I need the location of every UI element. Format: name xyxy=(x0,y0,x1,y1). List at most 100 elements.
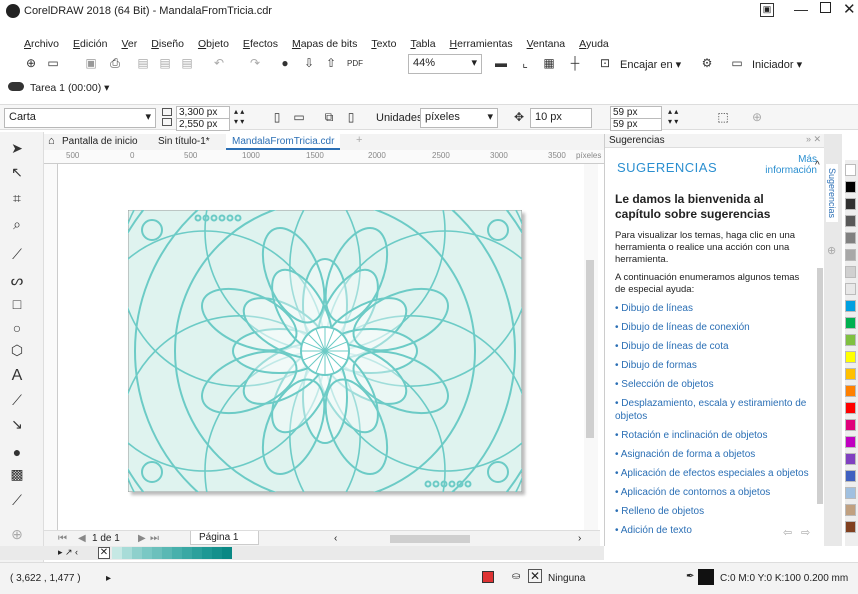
docker-add-icon[interactable]: ⊕ xyxy=(827,244,836,257)
copy-icon[interactable]: ▤ xyxy=(156,54,174,72)
scroll-thumb[interactable] xyxy=(586,260,594,438)
color-swatch[interactable] xyxy=(845,232,856,244)
more-info-link[interactable]: Más información xyxy=(761,154,817,176)
color-swatch[interactable] xyxy=(845,300,856,312)
task-toggle-icon[interactable] xyxy=(8,82,24,91)
coords-arrow-icon[interactable]: ▸ xyxy=(106,573,111,584)
cut-icon[interactable]: ▤ xyxy=(134,54,152,72)
hint-link[interactable]: • Asignación de forma a objetos xyxy=(615,448,811,461)
add-icon[interactable]: ⊕ xyxy=(748,108,766,126)
color-swatch[interactable] xyxy=(845,368,856,380)
add-tool-icon[interactable]: ⊕ xyxy=(0,522,34,546)
docker-scrollbar[interactable] xyxy=(817,268,823,504)
maximize-button[interactable] xyxy=(820,2,831,13)
parallel-dimension-icon[interactable]: ⟋ xyxy=(0,388,34,412)
zoom-level-field[interactable]: 44% ▾ xyxy=(408,54,482,74)
tab-start-screen[interactable]: Pantalla de inicio xyxy=(62,136,138,147)
menu-tabla[interactable]: Tabla xyxy=(410,38,435,50)
new-document-icon[interactable]: ⊕ xyxy=(22,54,40,72)
prev-page-icon[interactable]: ◀ xyxy=(78,533,86,544)
portrait-icon[interactable]: ▯ xyxy=(268,108,286,126)
color-swatch[interactable] xyxy=(845,470,856,482)
color-swatch[interactable] xyxy=(845,198,856,210)
document-color-swatch[interactable] xyxy=(202,547,212,559)
docker-pin-icon[interactable]: » xyxy=(806,134,811,144)
last-page-icon[interactable]: ⏭ xyxy=(150,533,159,544)
menu-herramientas[interactable]: Herramientas xyxy=(450,38,513,50)
document-color-swatch[interactable] xyxy=(142,547,152,559)
show-rulers-icon[interactable]: ⌞ xyxy=(516,54,534,72)
first-page-icon[interactable]: ⏮ xyxy=(58,533,67,544)
crop-tool-icon[interactable]: ⌗ xyxy=(0,186,34,210)
page-border-icon[interactable]: ⬚ xyxy=(714,108,732,126)
menu-ayuda[interactable]: Ayuda xyxy=(579,38,609,50)
rectangle-tool-icon[interactable]: □ xyxy=(0,292,34,316)
hint-link[interactable]: • Relleno de objetos xyxy=(615,505,811,518)
all-pages-icon[interactable]: ⧉ xyxy=(320,108,338,126)
mandala-artwork[interactable] xyxy=(128,210,522,492)
show-grid-icon[interactable]: ▦ xyxy=(540,54,558,72)
vertical-scrollbar[interactable] xyxy=(584,164,598,530)
menu-texto[interactable]: Texto xyxy=(371,38,396,50)
color-swatch[interactable] xyxy=(845,521,856,533)
color-swatch[interactable] xyxy=(845,487,856,499)
hint-link[interactable]: • Rotación e inclinación de objetos xyxy=(615,429,811,442)
document-color-swatch[interactable] xyxy=(152,547,162,559)
nudge-distance-field[interactable]: 10 px xyxy=(530,108,592,128)
menu-edicion[interactable]: Edición xyxy=(73,38,107,50)
color-swatch[interactable] xyxy=(845,283,856,295)
shape-tool-icon[interactable]: ↖ xyxy=(0,160,34,184)
hscroll-left-icon[interactable]: ‹ xyxy=(334,533,337,544)
full-screen-preview-icon[interactable]: ▬ xyxy=(492,54,510,72)
color-swatch[interactable] xyxy=(845,402,856,414)
color-swatch[interactable] xyxy=(845,436,856,448)
horizontal-scrollbar[interactable] xyxy=(390,535,470,543)
page-preset-select[interactable]: Carta ▾ xyxy=(4,108,156,128)
hint-link[interactable]: • Aplicación de efectos especiales a obj… xyxy=(615,467,811,480)
freehand-tool-icon[interactable]: ⟋ xyxy=(0,242,34,266)
transparency-icon[interactable]: ▩ xyxy=(0,462,34,486)
launcher-dropdown[interactable]: Iniciador ▾ xyxy=(752,58,802,71)
dup-spinner[interactable]: ▴ ▴ ▾ ▾ xyxy=(668,107,678,127)
minimize-button[interactable]: — xyxy=(794,1,808,17)
account-icon[interactable]: ▣ xyxy=(760,3,774,17)
docker-side-tab[interactable]: Sugerencias xyxy=(826,164,838,223)
hint-link[interactable]: • Desplazamiento, escala y estiramiento … xyxy=(615,397,811,423)
open-icon[interactable]: ▭ xyxy=(44,54,62,72)
text-tool-icon[interactable]: A xyxy=(0,364,34,388)
collapse-up-icon[interactable]: ^ xyxy=(815,160,820,171)
palette-arrow-icon[interactable]: ▸ ↗ ‹ xyxy=(58,547,78,558)
snap-icon[interactable]: ⊡ xyxy=(596,54,614,72)
document-color-swatch[interactable] xyxy=(162,547,172,559)
zoom-tool-icon[interactable]: ⌕ xyxy=(0,212,34,236)
color-swatch[interactable] xyxy=(845,317,856,329)
docker-forward-icon[interactable]: ⇨ xyxy=(801,526,810,539)
show-guidelines-icon[interactable]: ┼ xyxy=(566,54,584,72)
color-swatch[interactable] xyxy=(845,419,856,431)
paste-icon[interactable]: ▤ xyxy=(178,54,196,72)
hint-link[interactable]: • Adición de texto xyxy=(615,524,811,537)
search-content-icon[interactable]: ● xyxy=(276,54,294,72)
docker-close-icon[interactable]: ✕ xyxy=(813,134,821,145)
save-icon[interactable]: ▣ xyxy=(82,54,100,72)
ellipse-tool-icon[interactable]: ○ xyxy=(0,316,34,340)
tab-untitled[interactable]: Sin título-1* xyxy=(158,136,210,147)
document-color-swatch[interactable] xyxy=(122,547,132,559)
docker-back-icon[interactable]: ⇦ xyxy=(783,526,792,539)
menu-diseno[interactable]: Diseño xyxy=(151,38,184,50)
color-proof-icon[interactable] xyxy=(482,571,494,583)
redo-icon[interactable]: ↷ xyxy=(246,54,264,72)
hint-link[interactable]: • Dibujo de formas xyxy=(615,359,811,372)
document-color-swatch[interactable] xyxy=(182,547,192,559)
color-swatch[interactable] xyxy=(845,181,856,193)
color-swatch[interactable] xyxy=(845,453,856,465)
color-swatch[interactable] xyxy=(845,351,856,363)
hscroll-right-icon[interactable]: › xyxy=(578,533,581,544)
page-height-field[interactable]: 2,550 px xyxy=(176,118,230,131)
snap-to-dropdown[interactable]: Encajar en ▾ xyxy=(620,58,681,71)
task-dropdown[interactable]: Tarea 1 (00:00) ▾ xyxy=(30,82,109,94)
color-swatch[interactable] xyxy=(845,215,856,227)
print-icon[interactable]: ⎙ xyxy=(106,54,124,72)
units-select[interactable]: píxeles ▾ xyxy=(420,108,498,128)
new-tab-icon[interactable]: + xyxy=(356,134,362,146)
